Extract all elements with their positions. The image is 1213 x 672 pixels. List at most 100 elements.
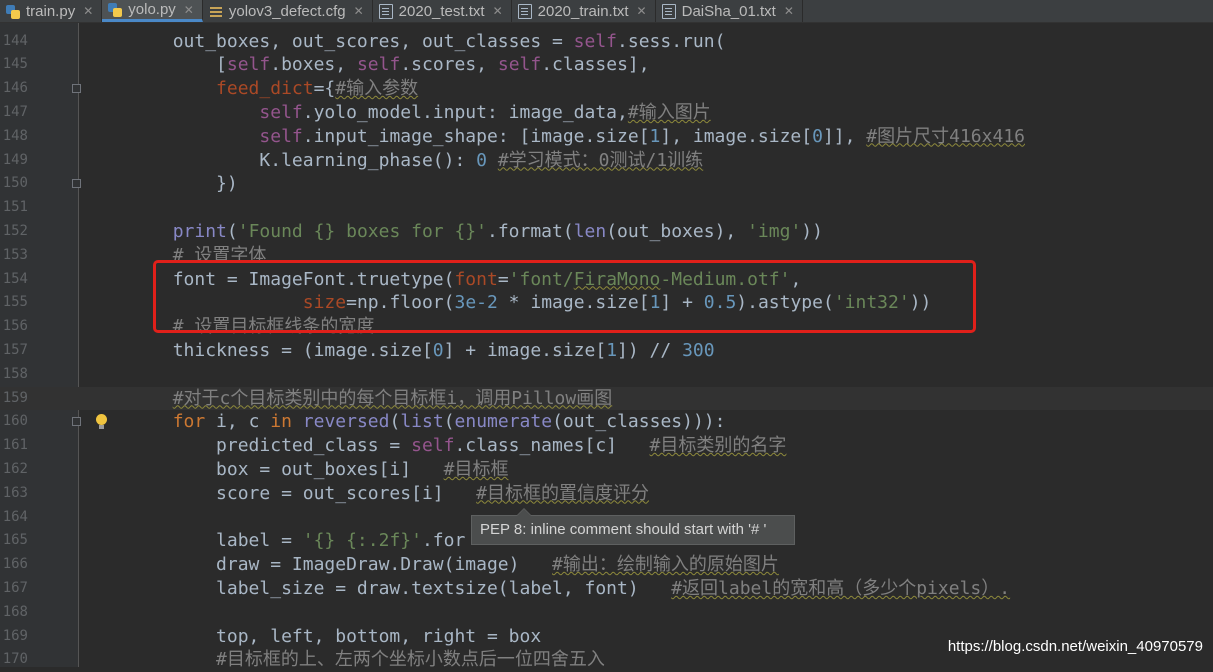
code-text: self.input_image_shape: [image.size[1], …	[86, 125, 1025, 149]
code-line[interactable]: 146 feed_dict={#输入参数	[0, 77, 1213, 101]
code-line[interactable]: 167 label_size = draw.textsize(label, fo…	[0, 577, 1213, 601]
code-line[interactable]: 160 for i, c in reversed(list(enumerate(…	[0, 410, 1213, 434]
code-token: label_size = draw.textsize(label, font)	[86, 577, 672, 599]
code-token: score = out_scores[i]	[86, 482, 477, 504]
line-number: 145	[2, 56, 28, 73]
code-token: ))	[801, 220, 823, 242]
line-number: 160	[2, 413, 28, 430]
tab-daisha-01-txt[interactable]: DaiSha_01.txt ✕	[656, 0, 803, 22]
code-token: #返回label的宽和高（多少个pixels）.	[671, 577, 1011, 599]
code-token: '{} {:.2f}'	[302, 530, 422, 552]
close-icon[interactable]: ✕	[83, 4, 93, 18]
line-number: 146	[2, 80, 28, 97]
tab-label: 2020_test.txt	[398, 2, 485, 20]
code-line[interactable]: 159 #对于c个目标类别中的每个目标框i，调用Pillow画图	[0, 386, 1213, 411]
code-token: feed_dict	[216, 78, 314, 100]
code-token: 'Found {} boxes for {}'	[237, 220, 487, 242]
code-token: self	[259, 101, 303, 123]
code-token: 1	[606, 339, 618, 361]
tab-train-py[interactable]: train.py ✕	[0, 0, 103, 22]
line-number: 165	[2, 532, 28, 549]
tab-2020-test-txt[interactable]: 2020_test.txt ✕	[373, 0, 512, 22]
code-line[interactable]: 152 print('Found {} boxes for {}'.format…	[0, 220, 1213, 244]
line-number: 152	[2, 222, 28, 239]
line-number: 159	[2, 389, 28, 406]
code-text: thickness = (image.size[0] + image.size[…	[86, 339, 715, 363]
code-line[interactable]: 147 self.yolo_model.input: image_data,#输…	[0, 101, 1213, 125]
code-token: len	[573, 220, 607, 242]
code-token: ={	[313, 78, 336, 100]
code-token: .for	[421, 530, 466, 552]
code-token: #学习模式：0测试/1训练	[497, 149, 704, 171]
code-text: out_boxes, out_scores, out_classes = sel…	[86, 30, 726, 54]
line-number: 155	[2, 294, 28, 311]
tab-yolo-py[interactable]: yolo.py ✕	[102, 0, 203, 22]
code-line[interactable]: 158	[0, 363, 1213, 387]
code-token: reversed	[302, 411, 390, 433]
code-text: #对于c个目标类别中的每个目标框i，调用Pillow画图	[86, 387, 613, 411]
close-icon[interactable]: ✕	[493, 4, 503, 18]
code-line[interactable]: 150 })	[0, 172, 1213, 196]
code-text: draw = ImageDraw.Draw(image) #输出：绘制输入的原始…	[86, 553, 779, 577]
code-token: .classes],	[541, 54, 650, 76]
close-icon[interactable]: ✕	[637, 4, 647, 18]
close-icon[interactable]: ✕	[354, 4, 364, 18]
code-token: draw = ImageDraw.Draw(image)	[86, 554, 552, 576]
code-line[interactable]: 157 thickness = (image.size[0] + image.s…	[0, 339, 1213, 363]
code-token: ]) //	[617, 339, 683, 361]
close-icon[interactable]: ✕	[184, 3, 194, 17]
tab-yolov3-defect-cfg[interactable]: yolov3_defect.cfg ✕	[203, 0, 373, 22]
line-number: 166	[2, 556, 28, 573]
code-token: #目标框的置信度评分	[476, 482, 649, 504]
code-text: [self.boxes, self.scores, self.classes],	[86, 53, 650, 77]
python-file-icon	[6, 4, 20, 19]
code-token: #对于c个目标类别中的每个目标框i，调用Pillow画图	[172, 387, 613, 409]
line-number: 161	[2, 437, 28, 454]
code-token: #目标类别的名字	[649, 435, 787, 457]
code-line[interactable]: 144 out_boxes, out_scores, out_classes =…	[0, 30, 1213, 54]
fold-toggle-icon[interactable]	[72, 84, 81, 94]
code-token: 0	[476, 149, 487, 171]
fold-toggle-icon[interactable]	[72, 417, 81, 427]
code-token: .class_names[c]	[454, 435, 650, 457]
tab-label: train.py	[26, 2, 76, 20]
code-line[interactable]: 149 K.learning_phase(): 0 #学习模式：0测试/1训练	[0, 149, 1213, 173]
code-token: K.learning_phase():	[86, 149, 477, 171]
code-line[interactable]: 145 [self.boxes, self.scores, self.class…	[0, 53, 1213, 77]
highlight-annotation-box	[153, 260, 976, 333]
code-token: (out_boxes),	[606, 220, 748, 242]
fold-toggle-icon[interactable]	[72, 179, 81, 189]
code-text: top, left, bottom, right = box	[86, 625, 541, 649]
line-number: 148	[2, 127, 28, 144]
code-text: K.learning_phase(): 0 #学习模式：0测试/1训练	[86, 149, 703, 173]
code-line[interactable]: 161 predicted_class = self.class_names[c…	[0, 434, 1213, 458]
tab-label: 2020_train.txt	[537, 2, 629, 20]
tab-label: yolov3_defect.cfg	[228, 2, 346, 20]
line-number: 150	[2, 175, 28, 192]
code-token: self	[356, 54, 401, 76]
code-token: print	[172, 220, 227, 242]
code-token: in	[270, 411, 292, 433]
line-number: 147	[2, 103, 28, 120]
code-token: top, left, bottom, right = box	[86, 625, 542, 647]
code-text: predicted_class = self.class_names[c] #目…	[86, 434, 786, 458]
code-token: list	[400, 411, 444, 433]
tab-2020-train-txt[interactable]: 2020_train.txt ✕	[512, 0, 656, 22]
code-line[interactable]: 163 score = out_scores[i] #目标框的置信度评分	[0, 482, 1213, 506]
code-line[interactable]: 151	[0, 196, 1213, 220]
line-number: 168	[2, 603, 28, 620]
line-number: 154	[2, 270, 28, 287]
code-line[interactable]: 162 box = out_boxes[i] #目标框	[0, 458, 1213, 482]
close-icon[interactable]: ✕	[784, 4, 794, 18]
code-text: box = out_boxes[i] #目标框	[86, 458, 508, 482]
code-line[interactable]: 168	[0, 601, 1213, 625]
code-line[interactable]: 148 self.input_image_shape: [image.size[…	[0, 125, 1213, 149]
code-token: .input_image_shape: [image.size[	[302, 125, 650, 147]
code-token: #目标框的上、左两个坐标小数点后一位四舍五入	[216, 649, 605, 671]
code-token: self	[497, 54, 542, 76]
text-file-icon	[517, 3, 532, 19]
line-number: 156	[2, 318, 28, 335]
code-token: 0	[432, 339, 444, 361]
code-line[interactable]: 166 draw = ImageDraw.Draw(image) #输出：绘制输…	[0, 553, 1213, 577]
